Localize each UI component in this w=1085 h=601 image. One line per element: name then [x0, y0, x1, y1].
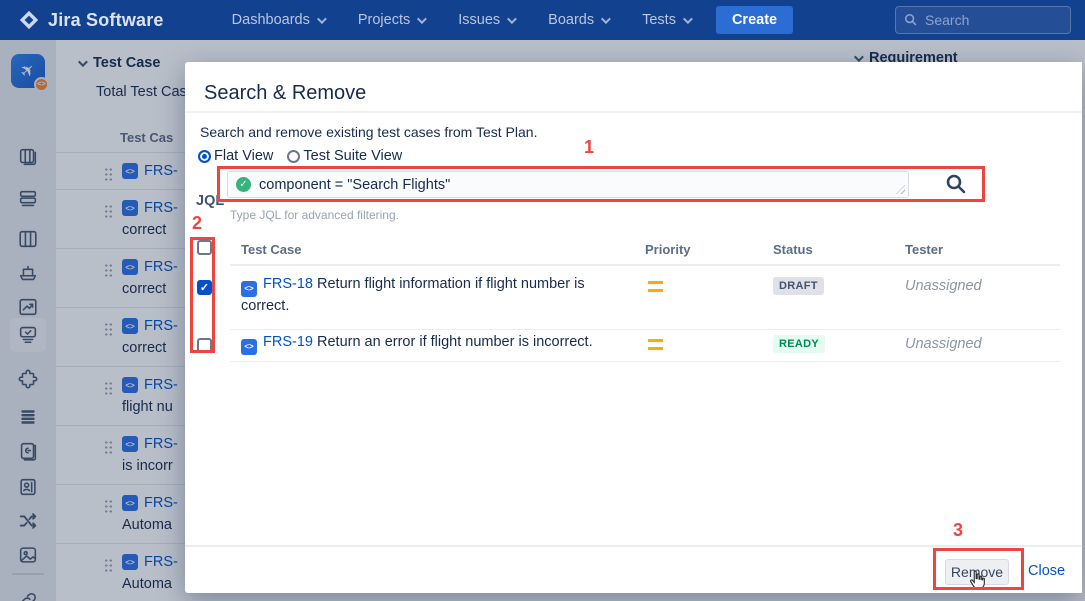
chevron-down-icon	[317, 14, 327, 24]
brand-title: Jira Software	[48, 10, 164, 31]
modal-title: Search & Remove	[204, 82, 366, 105]
issue-key-link[interactable]: FRS-18	[263, 276, 313, 292]
annotation-number-1: 1	[584, 137, 594, 158]
chevron-down-icon	[683, 14, 693, 24]
chevron-down-icon	[601, 14, 611, 24]
nav-menu: Dashboards Projects Issues Boards Tests	[232, 12, 690, 28]
priority-medium-icon	[648, 339, 663, 350]
close-button[interactable]: Close	[1028, 563, 1065, 579]
search-remove-modal: Search & Remove Search and remove existi…	[185, 62, 1082, 593]
status-badge: READY	[773, 335, 825, 353]
modal-footer-divider	[185, 545, 1082, 547]
test-suite-view-radio[interactable]: Test Suite View	[287, 148, 402, 164]
table-row[interactable]: <>FRS-18 Return flight information if fl…	[241, 276, 585, 297]
annotation-box-2	[190, 237, 215, 353]
annotation-box-1	[217, 166, 985, 202]
table-header-divider	[230, 264, 1060, 266]
screen: Jira Software Dashboards Projects Issues…	[0, 0, 1085, 601]
modal-description: Search and remove existing test cases fr…	[200, 124, 537, 140]
annotation-box-3	[933, 548, 1024, 590]
tester-value: Unassigned	[905, 278, 982, 294]
nav-item-boards[interactable]: Boards	[548, 12, 608, 28]
table-row[interactable]: <>FRS-19 Return an error if flight numbe…	[241, 334, 593, 355]
top-nav: Jira Software Dashboards Projects Issues…	[0, 0, 1085, 40]
search-input[interactable]	[925, 12, 1045, 28]
view-options: Flat View Test Suite View	[198, 148, 402, 164]
nav-item-dashboards[interactable]: Dashboards	[232, 12, 324, 28]
search-icon	[904, 13, 918, 27]
nav-item-tests[interactable]: Tests	[642, 12, 690, 28]
test-case-icon: <>	[241, 281, 257, 297]
nav-item-projects[interactable]: Projects	[358, 12, 424, 28]
annotation-number-3: 3	[953, 520, 963, 541]
issue-key-link[interactable]: FRS-19	[263, 334, 313, 350]
chevron-down-icon	[507, 14, 517, 24]
column-header-status: Status	[773, 242, 813, 257]
create-button[interactable]: Create	[716, 6, 793, 34]
jira-logo[interactable]: Jira Software	[18, 9, 164, 31]
row-divider	[230, 361, 1060, 362]
annotation-number-2: 2	[192, 213, 202, 234]
column-header-priority: Priority	[645, 242, 691, 257]
jira-diamond-icon	[18, 9, 40, 31]
nav-item-issues[interactable]: Issues	[458, 12, 514, 28]
row-divider	[230, 329, 1060, 330]
tester-value: Unassigned	[905, 336, 982, 352]
radio-selected-icon	[198, 150, 211, 163]
radio-unselected-icon	[287, 150, 300, 163]
test-case-icon: <>	[241, 339, 257, 355]
global-search[interactable]	[895, 6, 1071, 34]
row-summary-wrap: correct.	[241, 298, 289, 314]
flat-view-radio[interactable]: Flat View	[198, 148, 273, 164]
status-badge: DRAFT	[773, 277, 824, 295]
priority-medium-icon	[648, 281, 663, 292]
jql-helper-text: Type JQL for advanced filtering.	[230, 208, 399, 222]
column-header-tester: Tester	[905, 242, 943, 257]
chevron-down-icon	[417, 14, 427, 24]
modal-header-divider	[185, 111, 1082, 113]
column-header-test-case: Test Case	[241, 242, 301, 257]
